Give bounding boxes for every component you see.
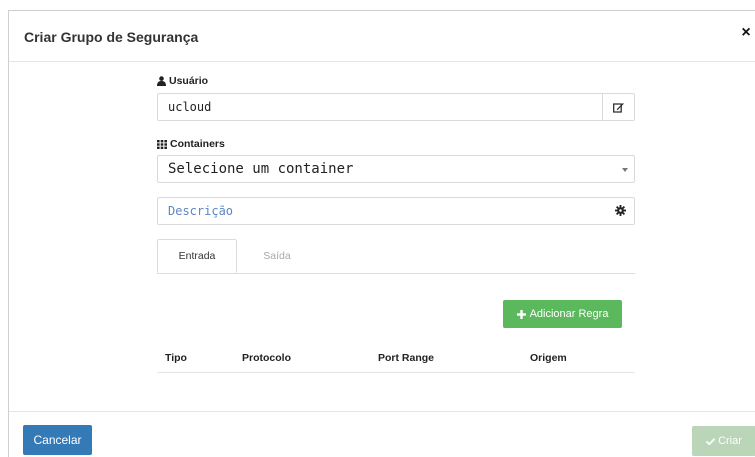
check-icon	[706, 437, 716, 445]
user-icon	[157, 76, 166, 86]
containers-label-row: Containers	[157, 138, 225, 150]
footer-divider	[9, 411, 755, 412]
grid-icon	[157, 139, 167, 149]
add-rule-button[interactable]: Adicionar Regra	[503, 300, 622, 328]
user-field[interactable]: ucloud	[157, 93, 635, 121]
description-field[interactable]: Descrição	[157, 197, 635, 225]
edit-user-button[interactable]	[602, 93, 634, 121]
create-button[interactable]: Criar	[692, 426, 755, 456]
user-value: ucloud	[168, 100, 212, 114]
containers-label: Containers	[170, 138, 225, 150]
create-security-group-modal: Criar Grupo de Segurança × Usuário uclou…	[8, 10, 755, 457]
col-header-origem: Origem	[530, 352, 567, 364]
col-header-port-range: Port Range	[378, 352, 435, 364]
description-placeholder: Descrição	[168, 204, 234, 218]
tab-saida[interactable]: Saída	[247, 239, 307, 273]
user-label-row: Usuário	[157, 75, 208, 87]
tab-entrada[interactable]: Entrada	[157, 239, 237, 273]
close-icon[interactable]: ×	[739, 24, 753, 42]
plus-icon	[516, 309, 526, 319]
cancel-button[interactable]: Cancelar	[23, 425, 92, 455]
gear-icon[interactable]	[615, 204, 626, 219]
container-select[interactable]: Selecione um container	[157, 155, 635, 183]
chevron-down-icon	[622, 168, 628, 172]
col-header-tipo: Tipo	[165, 352, 187, 364]
add-rule-label: Adicionar Regra	[529, 308, 609, 320]
modal-title: Criar Grupo de Segurança	[24, 29, 199, 45]
modal-header: Criar Grupo de Segurança ×	[9, 11, 755, 62]
container-select-value: Selecione um container	[168, 161, 354, 177]
table-divider	[157, 372, 635, 373]
col-header-protocolo: Protocolo	[242, 352, 291, 364]
user-label: Usuário	[169, 75, 209, 87]
create-label: Criar	[718, 435, 742, 447]
rule-tabs: Entrada Saída	[157, 239, 635, 274]
edit-icon	[613, 102, 624, 113]
